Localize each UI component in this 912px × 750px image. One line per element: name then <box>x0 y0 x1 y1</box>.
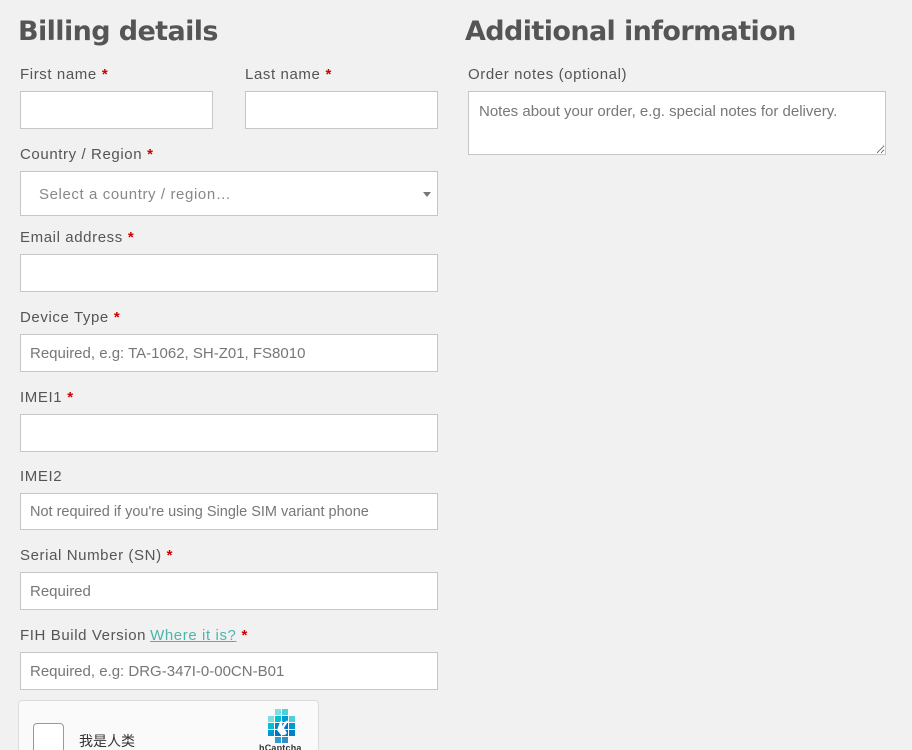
last-name-label-text: Last name <box>245 66 321 83</box>
required-mark: * <box>113 309 121 326</box>
required-mark: * <box>241 627 248 644</box>
serial-number-label-text: Serial Number (SN) <box>20 547 162 564</box>
country-label: Country / Region * <box>20 146 154 163</box>
device-type-label-text: Device Type <box>20 309 109 326</box>
required-mark: * <box>67 389 74 406</box>
email-input[interactable] <box>20 254 438 292</box>
imei1-label: IMEI1 * <box>20 389 74 406</box>
captcha-checkbox[interactable] <box>33 723 64 750</box>
last-name-label: Last name * <box>245 66 332 83</box>
last-name-input[interactable] <box>245 91 438 129</box>
chevron-down-icon <box>423 192 431 197</box>
hcaptcha-widget: 我是人类 hCaptcha <box>18 700 319 750</box>
first-name-input[interactable] <box>20 91 213 129</box>
country-select[interactable]: Select a country / region… <box>20 171 438 216</box>
billing-heading: Billing details <box>18 16 219 47</box>
build-version-input[interactable] <box>20 652 438 690</box>
imei1-label-text: IMEI1 <box>20 389 63 406</box>
first-name-label-text: First name <box>20 66 97 83</box>
required-mark: * <box>101 66 109 83</box>
serial-number-label: Serial Number (SN) * <box>20 547 173 564</box>
serial-number-input[interactable] <box>20 572 438 610</box>
hcaptcha-logo-icon <box>268 709 295 743</box>
where-it-is-link[interactable]: Where it is? <box>150 627 236 644</box>
order-notes-label-text: Order notes (optional) <box>468 66 628 83</box>
imei2-label: IMEI2 <box>20 468 62 485</box>
email-label: Email address * <box>20 229 134 246</box>
device-type-label: Device Type * <box>20 309 120 326</box>
order-notes-label: Order notes (optional) <box>468 66 627 83</box>
imei2-label-text: IMEI2 <box>20 468 63 485</box>
imei1-input[interactable] <box>20 414 438 452</box>
order-notes-textarea[interactable] <box>468 91 886 155</box>
captcha-label: 我是人类 <box>79 733 135 749</box>
required-mark: * <box>166 547 174 564</box>
required-mark: * <box>147 146 154 163</box>
required-mark: * <box>325 66 332 83</box>
imei2-input[interactable] <box>20 493 438 530</box>
build-version-label: FIH Build Version Where it is? * <box>20 627 248 644</box>
required-mark: * <box>127 229 135 246</box>
country-select-placeholder: Select a country / region… <box>39 186 232 203</box>
first-name-label: First name * <box>20 66 108 83</box>
hcaptcha-brand: hCaptcha <box>259 743 302 750</box>
country-label-text: Country / Region <box>20 146 143 163</box>
build-version-label-text: FIH Build Version <box>20 627 147 644</box>
additional-heading: Additional information <box>465 16 796 47</box>
email-label-text: Email address <box>20 229 123 246</box>
device-type-input[interactable] <box>20 334 438 372</box>
